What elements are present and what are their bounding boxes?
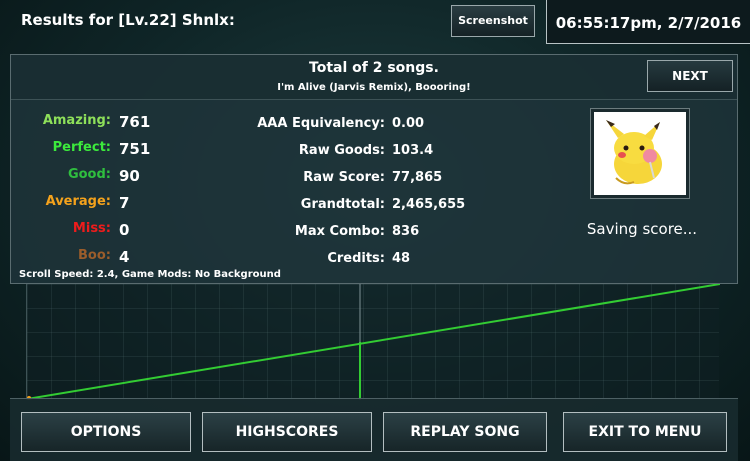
- score-progress-line: [27, 284, 720, 400]
- panel-header: Total of 2 songs. I'm Alive (Jarvis Remi…: [11, 55, 737, 100]
- options-button[interactable]: OPTIONS: [21, 412, 191, 452]
- screenshot-button[interactable]: Screenshot: [451, 5, 535, 37]
- song-list-text: I'm Alive (Jarvis Remix), Boooring!: [277, 82, 471, 93]
- stat-label: AAA Equivalency:: [257, 116, 385, 131]
- bottom-bar: OPTIONS HIGHSCORES REPLAY SONG EXIT TO M…: [10, 398, 738, 461]
- clock-display: 06:55:17pm, 2/7/2016: [546, 0, 750, 44]
- stat-value: 2,465,655: [392, 197, 466, 212]
- stat-row-raw-score: Raw Score: 77,865: [11, 170, 471, 190]
- stat-row-credits: Credits: 48: [11, 251, 471, 271]
- avatar: [590, 108, 690, 199]
- saving-status: Saving score...: [586, 220, 698, 238]
- stat-label: Raw Score:: [303, 170, 385, 185]
- next-button[interactable]: NEXT: [647, 60, 733, 92]
- highscores-button[interactable]: HIGHSCORES: [202, 412, 372, 452]
- score-graph-svg: [27, 284, 720, 400]
- stat-row-raw-goods: Raw Goods: 103.4: [11, 143, 471, 163]
- results-title: Results for [Lv.22] Shnlx:: [21, 11, 235, 29]
- stat-value: 77,865: [392, 170, 443, 185]
- stat-value: 0.00: [392, 116, 425, 131]
- replay-song-button[interactable]: REPLAY SONG: [383, 412, 547, 452]
- results-panel: Total of 2 songs. I'm Alive (Jarvis Remi…: [10, 54, 738, 284]
- stat-label: Grandtotal:: [300, 197, 385, 212]
- stat-row-aaa: AAA Equivalency: 0.00: [11, 116, 471, 136]
- stat-value: 48: [392, 251, 411, 266]
- stat-value: 103.4: [392, 143, 434, 158]
- score-graph: [26, 284, 720, 400]
- stat-label: Max Combo:: [294, 224, 385, 239]
- stat-row-grandtotal: Grandtotal: 2,465,655: [11, 197, 471, 217]
- exit-to-menu-button[interactable]: EXIT TO MENU: [563, 412, 727, 452]
- stat-value: 836: [392, 224, 420, 239]
- stat-label: Raw Goods:: [298, 143, 385, 158]
- stat-label: Credits:: [327, 251, 385, 266]
- stat-row-max-combo: Max Combo: 836: [11, 224, 471, 244]
- mods-text: Scroll Speed: 2.4, Game Mods: No Backgro…: [19, 269, 281, 280]
- pikachu-avatar-icon: [606, 120, 662, 185]
- total-songs-text: Total of 2 songs.: [309, 60, 439, 76]
